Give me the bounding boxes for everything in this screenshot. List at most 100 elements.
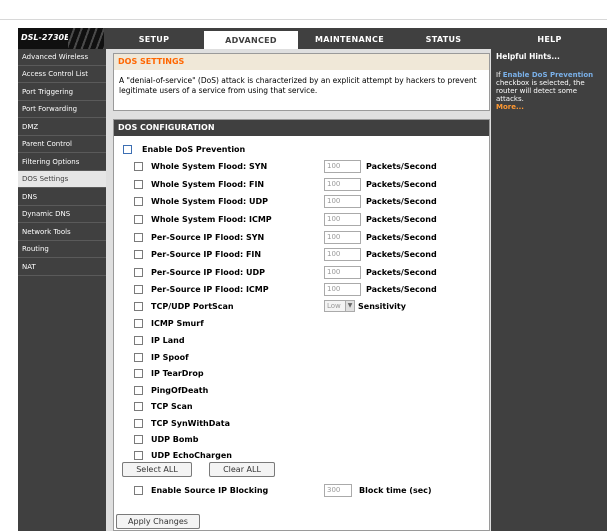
attack-row: TCP Scan [134,401,193,413]
blocking-checkbox[interactable] [134,486,143,495]
flood-unit-label: Packets/Second [366,250,437,259]
flood-checkbox[interactable] [134,233,143,242]
attack-checkbox[interactable] [134,319,143,328]
flood-unit-label: Packets/Second [366,233,437,242]
sidebar-item-nat[interactable]: NAT [18,259,106,276]
flood-rate-input[interactable]: 100 [324,248,361,261]
flood-checkbox[interactable] [134,162,143,171]
clear-all-button[interactable]: Clear ALL [209,462,275,477]
portscan-checkbox[interactable] [134,302,143,311]
top-rule [0,0,607,20]
sidebar: Advanced Wireless Access Control List Po… [18,49,106,531]
hints-title: Helpful Hints... [496,52,560,61]
attack-checkbox[interactable] [134,353,143,362]
attack-row: UDP Bomb [134,434,198,446]
flood-row: Whole System Flood: ICMP 100 Packets/Sec… [134,213,464,226]
flood-checkbox[interactable] [134,180,143,189]
portscan-row: TCP/UDP PortScan Low ▼ Sensitivity [134,300,464,313]
sidebar-item-dos-settings[interactable]: DOS Settings [18,171,106,188]
attack-label: ICMP Smurf [151,319,204,328]
sidebar-item-dns[interactable]: DNS [18,189,106,206]
flood-rate-input[interactable]: 100 [324,178,361,191]
attack-checkbox[interactable] [134,402,143,411]
enable-dos-row: Enable DoS Prevention [123,144,245,156]
model-logo: DSL-2730E [18,28,104,49]
flood-row: Per-Source IP Flood: FIN 100 Packets/Sec… [134,248,464,261]
sidebar-item-access-control-list[interactable]: Access Control List [18,66,106,83]
apply-changes-button[interactable]: Apply Changes [116,514,200,529]
attack-row: IP Land [134,335,185,347]
flood-unit-label: Packets/Second [366,268,437,277]
flood-rate-input[interactable]: 100 [324,213,361,226]
flood-label: Per-Source IP Flood: ICMP [151,285,269,294]
sensitivity-value: Low [327,302,341,310]
tab-maintenance[interactable]: MAINTENANCE [303,30,396,49]
flood-rate-input[interactable]: 100 [324,195,361,208]
hints-prefix: If [496,71,501,79]
sidebar-item-network-tools[interactable]: Network Tools [18,224,106,241]
attack-label: UDP EchoChargen [151,451,232,460]
dos-settings-box: DOS SETTINGS A "denial-of-service" (DoS)… [113,53,490,111]
flood-rate-input[interactable]: 100 [324,160,361,173]
flood-checkbox[interactable] [134,215,143,224]
flood-checkbox[interactable] [134,197,143,206]
sidebar-item-dmz[interactable]: DMZ [18,119,106,136]
flood-rate-input[interactable]: 100 [324,283,361,296]
model-name: DSL-2730E [21,33,70,42]
tab-status[interactable]: STATUS [400,30,487,49]
flood-checkbox[interactable] [134,285,143,294]
attack-row: UDP EchoChargen [134,450,232,462]
sidebar-item-advanced-wireless[interactable]: Advanced Wireless [18,49,106,66]
sidebar-item-dynamic-dns[interactable]: Dynamic DNS [18,206,106,223]
flood-rate-input[interactable]: 100 [324,231,361,244]
flood-row: Per-Source IP Flood: ICMP 100 Packets/Se… [134,283,464,296]
sensitivity-select[interactable]: Low ▼ [324,300,355,312]
sidebar-item-filtering-options[interactable]: Filtering Options [18,154,106,171]
flood-label: Whole System Flood: UDP [151,197,268,206]
dos-config-box: DOS CONFIGURATION Enable DoS Prevention … [113,119,490,531]
flood-row: Whole System Flood: SYN 100 Packets/Seco… [134,160,464,173]
attack-checkbox[interactable] [134,336,143,345]
attack-checkbox[interactable] [134,386,143,395]
flood-row: Per-Source IP Flood: SYN 100 Packets/Sec… [134,231,464,244]
flood-label: Whole System Flood: SYN [151,162,268,171]
sidebar-item-port-forwarding[interactable]: Port Forwarding [18,101,106,118]
dos-config-title: DOS CONFIGURATION [114,120,489,136]
attack-checkbox[interactable] [134,451,143,460]
sidebar-item-parent-control[interactable]: Parent Control [18,136,106,153]
tab-advanced[interactable]: ADVANCED [203,30,299,49]
flood-label: Whole System Flood: ICMP [151,215,272,224]
sidebar-item-routing[interactable]: Routing [18,241,106,258]
attack-label: IP Land [151,336,185,345]
tab-help[interactable]: HELP [492,30,607,49]
hints-body: If Enable DoS Prevention checkbox is sel… [491,64,607,118]
enable-dos-checkbox[interactable] [123,145,132,154]
flood-unit-label: Packets/Second [366,162,437,171]
sensitivity-label: Sensitivity [358,302,406,311]
flood-checkbox[interactable] [134,250,143,259]
flood-checkbox[interactable] [134,268,143,277]
attack-checkbox[interactable] [134,419,143,428]
hints-panel: Helpful Hints... If Enable DoS Preventio… [491,49,607,531]
blocking-row: Enable Source IP Blocking 300 Block time… [134,484,464,497]
flood-label: Per-Source IP Flood: UDP [151,268,265,277]
hints-more-link[interactable]: More... [496,103,602,111]
logo-stripes [68,28,104,49]
attack-checkbox[interactable] [134,435,143,444]
block-time-input[interactable]: 300 [324,484,352,497]
enable-dos-label: Enable DoS Prevention [142,145,246,154]
flood-unit-label: Packets/Second [366,197,437,206]
attack-row: PingOfDeath [134,385,208,397]
tab-setup[interactable]: SETUP [109,30,199,49]
attack-checkbox[interactable] [134,369,143,378]
attack-row: IP Spoof [134,352,189,364]
chevron-down-icon: ▼ [345,301,354,311]
portscan-label: TCP/UDP PortScan [151,302,234,311]
attack-label: IP TearDrop [151,369,204,378]
flood-unit-label: Packets/Second [366,180,437,189]
attack-row: ICMP Smurf [134,318,204,330]
flood-rate-input[interactable]: 100 [324,266,361,279]
select-all-button[interactable]: Select ALL [122,462,192,477]
sidebar-item-port-triggering[interactable]: Port Triggering [18,84,106,101]
attack-label: PingOfDeath [151,386,209,395]
